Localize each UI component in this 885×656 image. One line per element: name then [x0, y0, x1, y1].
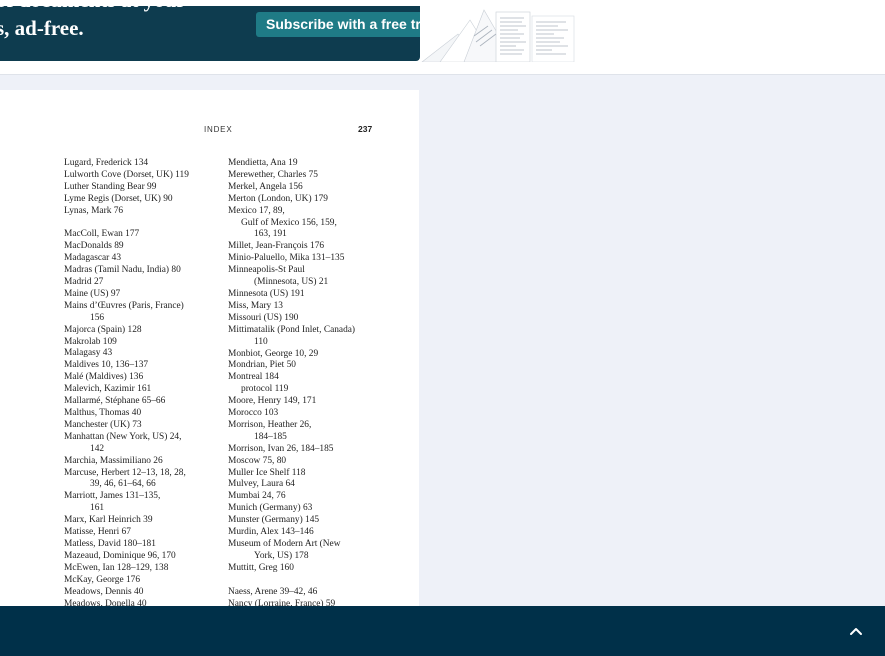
index-entry: Malagasy 43 — [64, 348, 113, 359]
index-entry: Manhattan (New York, US) 24, — [64, 431, 182, 442]
index-entry: Minneapolis-St Paul — [228, 265, 305, 276]
index-entry: Lulworth Cove (Dorset, UK) 119 — [64, 169, 189, 180]
index-entry: 161 — [90, 503, 105, 514]
page-header: INDEX — [204, 125, 233, 134]
index-entry: Minio-Paluello, Mika 131–135 — [228, 253, 345, 264]
index-entry: Mazeaud, Dominique 96, 170 — [64, 550, 176, 561]
index-entry: Luther Standing Bear 99 — [64, 181, 157, 192]
subscribe-button[interactable]: Subscribe with a free trial — [256, 12, 420, 37]
index-entry: Marriott, James 131–135, — [64, 491, 161, 502]
index-entry: Moscow 75, 80 — [228, 455, 287, 466]
index-entry: Murdin, Alex 143–146 — [228, 527, 314, 538]
index-entry: Miss, Mary 13 — [228, 300, 283, 311]
index-entry: Marx, Karl Heinrich 39 — [64, 515, 153, 526]
banner-headline-line2: s, ad-free. — [0, 16, 84, 40]
index-entry: Mondrian, Piet 50 — [228, 360, 296, 371]
index-entry: Mumbai 24, 76 — [228, 491, 286, 502]
index-entry: MacDonalds 89 — [64, 241, 124, 252]
page-number: 237 — [358, 124, 373, 134]
index-entry: MacColl, Ewan 177 — [64, 229, 140, 240]
documents-illustration — [421, 9, 575, 62]
index-entry: Majorca (Spain) 128 — [64, 324, 142, 335]
index-entry: Meadows, Dennis 40 — [64, 586, 144, 597]
index-entry: Morocco 103 — [228, 408, 279, 419]
index-entry: Lynas, Mark 76 — [64, 205, 124, 216]
index-entry: Missouri (US) 190 — [228, 312, 299, 323]
index-entry: Muttitt, Greg 160 — [228, 562, 294, 573]
index-entry: Mendietta, Ana 19 — [228, 158, 298, 168]
banner-headline-line1: of documents at your — [0, 6, 186, 14]
document-page: INDEX 237 Lugard, Frederick 134 Lulworth … — [0, 90, 419, 610]
index-entry: Madrid 27 — [64, 277, 104, 288]
index-entry: Muller Ice Shelf 118 — [228, 467, 306, 478]
index-entry: Madras (Tamil Nadu, India) 80 — [64, 265, 181, 276]
banner-headline: of documents at your s, ad-free. — [0, 6, 186, 42]
index-entry: 156 — [90, 312, 105, 323]
index-column-left: Lugard, Frederick 134 Lulworth Cove (Dors… — [64, 158, 224, 610]
index-entry: Munich (Germany) 63 — [228, 503, 313, 514]
index-entry: Malthus, Thomas 40 — [64, 408, 142, 419]
index-entry: McEwen, Ian 128–129, 138 — [64, 562, 169, 573]
index-entry: Madagascar 43 — [64, 253, 122, 264]
index-entry: Monbiot, George 10, 29 — [228, 348, 319, 359]
index-entry: Mains d’Œuvres (Paris, France) — [64, 300, 184, 311]
index-gap — [228, 575, 418, 587]
index-entry: Maldives 10, 136–137 — [64, 360, 149, 371]
index-entry: Marchia, Massimiliano 26 — [64, 455, 163, 466]
index-entry: Morrison, Ivan 26, 184–185 — [228, 443, 334, 454]
index-gap — [64, 218, 224, 230]
index-entry: Manchester (UK) 73 — [64, 419, 142, 430]
index-entry: Matisse, Henri 67 — [64, 527, 131, 538]
index-entry: Mexico 17, 89, — [228, 205, 285, 216]
index-entry: Munster (Germany) 145 — [228, 515, 320, 526]
index-entry: Lugard, Frederick 134 — [64, 158, 149, 168]
top-bar: of documents at your s, ad-free. Subscri… — [0, 0, 885, 75]
index-entry: 110 — [254, 336, 268, 347]
bottom-toolbar — [0, 606, 885, 656]
index-entry: 39, 46, 61–64, 66 — [90, 479, 156, 490]
index-entry: Mittimatalik (Pond Inlet, Canada) — [228, 324, 356, 335]
index-entry: (Minnesota, US) 21 — [254, 277, 329, 288]
index-entry: Mallarmé, Stéphane 65–66 — [64, 396, 166, 407]
index-entry: Mulvey, Laura 64 — [228, 479, 295, 490]
index-entry: Naess, Arene 39–42, 46 — [228, 586, 318, 597]
index-entry: Malé (Maldives) 136 — [64, 372, 144, 383]
index-entry: 163, 191 — [254, 229, 287, 240]
index-entry: Morrison, Heather 26, — [228, 419, 312, 430]
index-entry: Marcuse, Herbert 12–13, 18, 28, — [64, 467, 186, 478]
index-entry: Malevich, Kazimir 161 — [64, 384, 152, 395]
index-entry: Merton (London, UK) 179 — [228, 193, 328, 204]
index-entry: Millet, Jean-François 176 — [228, 241, 325, 252]
index-entry: Minnesota (US) 191 — [228, 288, 305, 299]
index-entry: Makrolab 109 — [64, 336, 117, 347]
index-entry: Matless, David 180–181 — [64, 538, 156, 549]
promo-banner[interactable]: of documents at your s, ad-free. Subscri… — [0, 6, 420, 61]
index-entry: Montreal 184 — [228, 372, 279, 383]
index-entry: Merkel, Angela 156 — [228, 181, 303, 192]
index-entry: Lyme Regis (Dorset, UK) 90 — [64, 193, 173, 204]
index-column-right: Mendietta, Ana 19 Merewether, Charles 75 M… — [228, 158, 418, 610]
index-entry: Gulf of Mexico 156, 159, — [241, 217, 337, 228]
index-entry: 184–185 — [254, 431, 287, 442]
index-entry: Maine (US) 97 — [64, 288, 121, 299]
index-entry: 142 — [90, 443, 105, 454]
index-entry: Museum of Modern Art (New — [228, 539, 341, 549]
index-entry: McKay, George 176 — [64, 574, 141, 585]
chevron-up-icon[interactable] — [848, 623, 864, 639]
index-entry: Moore, Henry 149, 171 — [228, 396, 317, 407]
index-entry: Merewether, Charles 75 — [228, 169, 318, 180]
index-entry: protocol 119 — [241, 384, 289, 395]
index-entry: York, US) 178 — [254, 550, 309, 561]
